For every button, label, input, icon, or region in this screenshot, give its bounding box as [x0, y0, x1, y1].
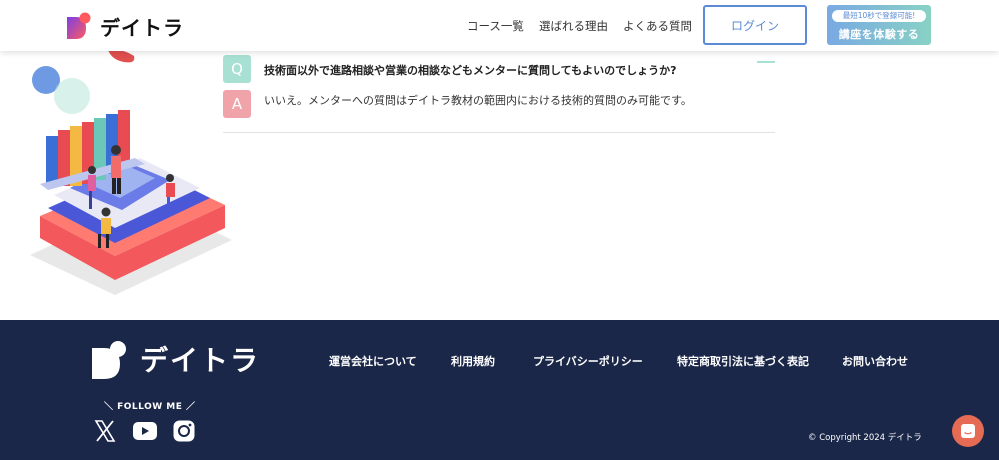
books-illustration	[30, 66, 232, 295]
nav-course-list[interactable]: コース一覧	[467, 18, 524, 34]
footer-link-contact[interactable]: お問い合わせ	[842, 353, 908, 369]
faq-question[interactable]: 技術面以外で進路相談や営業の相談などもメンターに質問してもよいのでしょうか?	[264, 62, 677, 78]
trial-button[interactable]: 最短10秒で登録可能! 講座を体験する	[827, 5, 931, 45]
nav-reasons[interactable]: 選ばれる理由	[539, 18, 608, 34]
q-letter: Q	[231, 60, 243, 78]
footer-link-terms[interactable]: 利用規約	[451, 353, 495, 369]
faq-collapse-icon[interactable]	[757, 61, 775, 63]
faq-divider	[223, 132, 775, 133]
login-button[interactable]: ログイン	[703, 5, 807, 45]
x-icon[interactable]	[93, 419, 117, 443]
nav-faq[interactable]: よくある質問	[623, 18, 692, 34]
chat-icon	[961, 424, 975, 438]
site-logo[interactable]: デイトラ	[66, 10, 184, 42]
site-header: デイトラ コース一覧 選ばれる理由 よくある質問 ログイン 最短10秒で登録可能…	[0, 0, 999, 51]
footer-link-company[interactable]: 運営会社について	[329, 353, 417, 369]
faq-answer-marker: A	[223, 90, 251, 118]
a-letter: A	[231, 95, 243, 113]
follow-me-label: ＼ FOLLOW ME ／	[104, 402, 196, 412]
logo-mark-icon	[67, 12, 91, 39]
footer-logo-mark-icon	[92, 341, 126, 379]
footer-logo-text: デイトラ	[140, 344, 261, 377]
footer-link-tokusho[interactable]: 特定商取引法に基づく表記	[677, 353, 809, 369]
chat-button[interactable]	[952, 415, 984, 447]
logo-text: デイトラ	[100, 15, 184, 40]
trial-badge: 最短10秒で登録可能!	[832, 10, 926, 22]
youtube-icon[interactable]	[132, 419, 158, 443]
login-label: ログイン	[730, 18, 779, 33]
copyright-text: © Copyright 2024 デイトラ	[808, 433, 922, 443]
footer-logo[interactable]: デイトラ	[92, 338, 260, 380]
instagram-icon[interactable]	[172, 419, 196, 443]
faq-answer: いいえ。メンターへの質問はデイトラ教材の範囲内における技術的質問のみ可能です。	[264, 94, 692, 107]
faq-question-marker: Q	[223, 55, 251, 83]
footer-link-privacy[interactable]: プライバシーポリシー	[533, 353, 643, 369]
trial-label: 講座を体験する	[838, 28, 920, 41]
